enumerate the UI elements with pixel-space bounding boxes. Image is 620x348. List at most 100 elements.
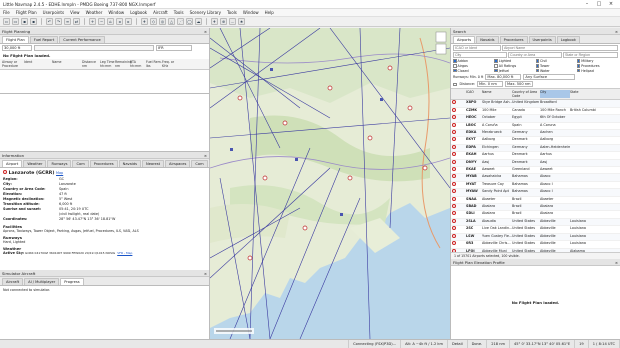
map-view[interactable] xyxy=(210,28,450,339)
table-row[interactable]: MYAB Aasahaicka Bahamas Abaco xyxy=(451,174,620,182)
vor-icon[interactable]: ◇ xyxy=(150,18,157,25)
tab-com-2[interactable]: Com xyxy=(191,160,208,167)
table-row[interactable]: EDPA Elchingen Germany Aalen-Heidenheim xyxy=(451,144,620,153)
table-row[interactable]: EDKA Merzbrueck Germany Aachen xyxy=(451,130,620,138)
table-row[interactable]: EKAE Aaweet Greenland Aaweet xyxy=(451,167,620,175)
ndb-icon[interactable]: ◎ xyxy=(159,18,166,25)
column-header[interactable]: ICAO xyxy=(466,90,482,98)
ident-input[interactable] xyxy=(453,45,501,51)
column-header[interactable]: City xyxy=(540,90,570,99)
menu-item[interactable]: Logbook xyxy=(130,10,147,15)
menu-item[interactable]: Help xyxy=(265,10,274,15)
center-aircraft-icon[interactable]: ⊕ xyxy=(220,18,227,25)
tab-userpoints[interactable]: Userpoints xyxy=(528,36,556,43)
menu-item[interactable]: Aircraft xyxy=(153,10,168,15)
zoom-in-icon[interactable]: + xyxy=(89,18,96,25)
panel-close-icon[interactable]: × xyxy=(204,271,207,276)
tab-nearest[interactable]: Nearest xyxy=(142,160,165,167)
tab-weather[interactable]: Weather xyxy=(23,160,47,167)
table-row[interactable]: SDLI Abaiara Brazil Abaiara xyxy=(451,211,620,219)
panel-close-icon[interactable]: × xyxy=(615,260,618,265)
menu-item[interactable]: Tools xyxy=(227,10,237,15)
altitude-field[interactable]: 30,000 ft xyxy=(2,45,32,51)
forward-icon[interactable]: ▸ xyxy=(125,18,132,25)
minimize-button[interactable]: – xyxy=(581,1,593,7)
waypoint-icon[interactable]: △ xyxy=(168,18,175,25)
tab-procedures[interactable]: Procedures xyxy=(499,36,528,43)
zoom-out-icon[interactable]: − xyxy=(98,18,105,25)
airport-icon[interactable]: ✈ xyxy=(141,18,148,25)
menu-item[interactable]: Scenery Library xyxy=(190,10,221,15)
table-row[interactable]: EKYT Aalborg Denmark Aalborg xyxy=(451,137,620,145)
tab-logbook[interactable]: Logbook xyxy=(556,36,580,43)
distance-checkbox[interactable] xyxy=(453,82,457,87)
weather-icon[interactable]: ☁ xyxy=(195,18,202,25)
city-input[interactable] xyxy=(453,52,507,58)
table-row[interactable]: SNAA Abaeter Brazil Abaeter xyxy=(451,196,620,205)
table-row[interactable]: CZMK 100 Mile Canada 100 Mile Ranch British … xyxy=(451,107,620,116)
column-header[interactable]: Distance nm xyxy=(82,60,100,68)
open-icon[interactable]: ▭ xyxy=(12,18,19,25)
panel-close-icon[interactable]: × xyxy=(204,29,207,34)
table-row[interactable]: DNYY Aasj Denmark Aasj xyxy=(451,159,620,168)
home-icon[interactable]: ⌂ xyxy=(107,18,114,25)
tab-ai-multiplayer[interactable]: AI / Multiplayer xyxy=(24,278,60,285)
table-row[interactable]: MYAW Sandy Point Apt Bahamas Abaco I xyxy=(451,189,620,197)
menu-item[interactable]: Userpoints xyxy=(43,10,64,15)
trail-icon[interactable]: … xyxy=(229,18,236,25)
airport-name-input[interactable] xyxy=(502,45,618,51)
table-row[interactable]: SBAD Abaiara Brazil Abaiara xyxy=(451,204,620,212)
menu-item[interactable]: File xyxy=(3,10,10,15)
new-icon[interactable]: ▫ xyxy=(3,18,10,25)
airspace-icon[interactable]: ◯ xyxy=(186,18,193,25)
column-header[interactable]: Remaining nm xyxy=(115,60,132,68)
column-header[interactable]: ETA hh:mm xyxy=(130,60,146,68)
filter-helipad[interactable]: Helipad xyxy=(576,69,618,74)
menu-item[interactable]: Flight Plan xyxy=(16,10,37,15)
tab-flight-plan[interactable]: Flight Plan xyxy=(2,36,29,43)
route-field[interactable] xyxy=(34,45,154,51)
filter-jetfuel[interactable]: Jetfuel xyxy=(494,69,535,74)
column-header[interactable]: State xyxy=(570,90,596,98)
tab-procedures[interactable]: Procedures xyxy=(89,160,118,167)
column-header[interactable]: Fuel Rem. lbs xyxy=(146,60,162,68)
tab-fuel-report[interactable]: Fuel Report xyxy=(29,36,59,43)
table-row[interactable]: HEOC October Egypt 6th Of October xyxy=(451,115,620,123)
tab-progress[interactable]: Progress xyxy=(60,278,84,285)
table-row[interactable]: 0R3 Abbeville Chris... United States Abbevi… xyxy=(451,241,620,249)
undo-icon[interactable]: ↶ xyxy=(46,18,53,25)
close-button[interactable]: × xyxy=(605,1,617,7)
tab-runways[interactable]: Runways xyxy=(47,160,72,167)
panel-close-icon[interactable]: × xyxy=(615,29,618,34)
filter-closed[interactable]: Closed xyxy=(453,69,494,74)
column-header[interactable]: Airway or Procedure xyxy=(2,60,24,68)
tab-aircraft[interactable]: Aircraft xyxy=(2,278,24,285)
menu-item[interactable]: Weather xyxy=(86,10,103,15)
aircraft-icon[interactable]: ✈ xyxy=(211,18,218,25)
filter-water[interactable]: Water xyxy=(535,69,577,74)
tab-airport[interactable]: Airport xyxy=(2,160,23,167)
column-header[interactable]: Ident xyxy=(24,60,52,68)
save-icon[interactable]: ▪ xyxy=(21,18,28,25)
table-row[interactable]: LSW Yuen Gustey Fie... United States Abbevi… xyxy=(451,233,620,242)
map-link[interactable]: Map xyxy=(56,171,63,175)
column-header[interactable]: Country of Area Code xyxy=(512,90,540,98)
back-icon[interactable]: ◂ xyxy=(116,18,123,25)
vfr-map-link[interactable]: VFR - Map xyxy=(117,251,132,256)
menu-item[interactable]: Window xyxy=(108,10,124,15)
userpoint-icon[interactable]: ★ xyxy=(238,18,245,25)
calc-icon[interactable]: ≡ xyxy=(64,18,71,25)
column-header[interactable]: Name xyxy=(482,90,512,98)
column-header[interactable] xyxy=(452,90,466,98)
tab-airports[interactable]: Airports xyxy=(453,36,476,43)
table-row[interactable]: MYAT Treasure Cay Bahamas Abaco I xyxy=(451,181,620,190)
table-row[interactable]: EKAH Aarhus Denmark Aarhus xyxy=(451,152,620,160)
surface-select[interactable]: Any Surface xyxy=(523,74,576,81)
tab-current-performance[interactable]: Current Performance xyxy=(59,36,105,43)
column-header[interactable]: Name xyxy=(52,60,82,68)
column-header[interactable]: Leg Time hh:mm xyxy=(100,60,115,68)
save-as-icon[interactable]: ▪ xyxy=(30,18,37,25)
tab-navaids[interactable]: Navaids xyxy=(476,36,499,43)
airway-icon[interactable]: ⋰ xyxy=(177,18,184,25)
menu-item[interactable]: Tools xyxy=(174,10,184,15)
